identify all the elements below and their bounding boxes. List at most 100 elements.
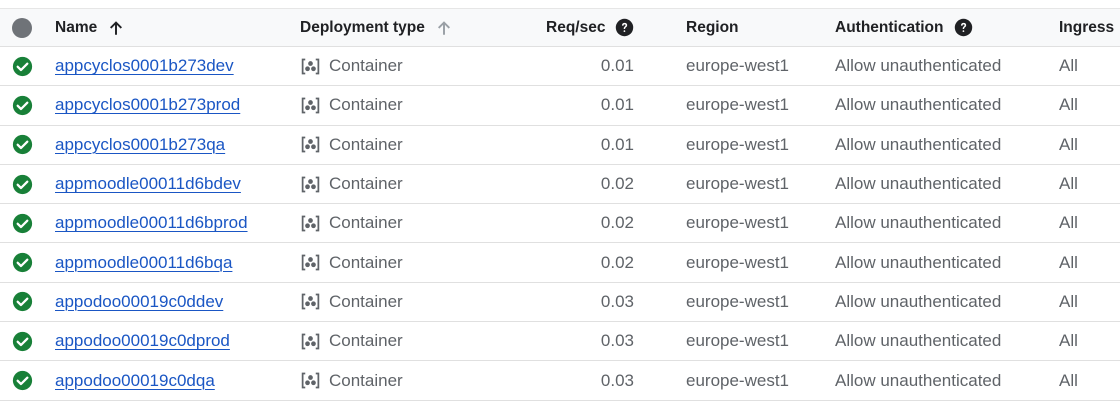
region-value: europe-west1 (686, 174, 790, 194)
check-circle-icon (12, 174, 32, 194)
req-sec-value: 0.02 (600, 174, 634, 194)
column-header-deployment-type[interactable]: Deployment type (300, 9, 453, 46)
ingress-value: All (1059, 213, 1078, 233)
sort-ascending-arrow-icon[interactable] (107, 19, 125, 37)
table-row: appodoo00019c0dprod Container 0.03 europ… (0, 322, 1120, 362)
check-circle-icon (12, 292, 32, 312)
service-name-link[interactable]: appcyclos0001b273qa (55, 135, 225, 155)
authentication-value: Allow unauthenticated (835, 134, 1002, 154)
table-row: appodoo00019c0dqa Container 0.03 europe-… (0, 361, 1120, 401)
deployment-type-cell: Container (300, 47, 403, 85)
deployment-type-cell: Container (300, 361, 403, 399)
req-sec-value: 0.01 (600, 134, 634, 154)
ingress-value: All (1059, 56, 1078, 76)
ingress-value: All (1059, 252, 1078, 272)
check-circle-icon (12, 56, 32, 76)
region-value: europe-west1 (686, 370, 790, 390)
check-circle-icon (12, 370, 32, 391)
service-name-link[interactable]: appcyclos0001b273dev (55, 56, 234, 76)
deployment-type-cell: Container (300, 204, 403, 242)
authentication-value: Allow unauthenticated (835, 331, 1002, 351)
service-name-cell: appmoodle00011d6bqa (55, 244, 232, 282)
region-value: europe-west1 (686, 56, 790, 76)
ingress-value: All (1059, 370, 1078, 390)
status-cell (10, 283, 34, 321)
authentication-value: Allow unauthenticated (835, 213, 1002, 233)
deployment-type-label: Container (329, 213, 403, 233)
column-header-name-label: Name (55, 18, 98, 36)
container-icon (301, 254, 320, 271)
deployment-type-cell: Container (300, 244, 403, 282)
table-row: appcyclos0001b273prod Container 0.01 eur… (0, 86, 1120, 126)
container-icon (301, 136, 320, 153)
service-name-link[interactable]: appmoodle00011d6bprod (55, 213, 248, 233)
deployment-type-cell: Container (300, 126, 403, 164)
service-name-link[interactable]: appcyclos0001b273prod (55, 95, 240, 115)
deployment-type-cell: Container (300, 165, 403, 203)
region-value: europe-west1 (686, 134, 790, 154)
table-row: appcyclos0001b273dev Container 0.01 euro… (0, 47, 1120, 87)
service-name-link[interactable]: appmoodle00011d6bdev (55, 174, 241, 194)
deployment-type-cell: Container (300, 283, 403, 321)
column-header-ingress[interactable]: Ingress (1059, 9, 1114, 46)
column-header-req-sec-label: Req/sec (546, 18, 606, 36)
service-name-cell: appcyclos0001b273qa (55, 126, 225, 164)
deployment-type-cell: Container (300, 86, 403, 124)
column-header-name[interactable]: Name (55, 9, 125, 46)
deployment-type-label: Container (329, 56, 403, 76)
status-cell (10, 322, 34, 360)
service-name-link[interactable]: appodoo00019c0ddev (55, 292, 223, 312)
container-icon (301, 215, 320, 232)
ingress-value: All (1059, 95, 1078, 115)
table-row: appcyclos0001b273qa Container 0.01 europ… (0, 126, 1120, 165)
check-circle-icon (12, 213, 32, 233)
req-sec-value: 0.03 (600, 291, 634, 311)
service-name-link[interactable]: appodoo00019c0dqa (55, 371, 215, 391)
help-icon[interactable] (954, 18, 973, 37)
authentication-value: Allow unauthenticated (835, 56, 1002, 76)
table-row: appodoo00019c0ddev Container 0.03 europe… (0, 283, 1120, 323)
service-name-link[interactable]: appmoodle00011d6bqa (55, 253, 232, 273)
column-header-deployment-type-label: Deployment type (300, 18, 425, 36)
service-name-cell: appmoodle00011d6bdev (55, 165, 241, 203)
service-name-link[interactable]: appodoo00019c0dprod (55, 331, 230, 351)
service-name-cell: appcyclos0001b273dev (55, 47, 234, 85)
status-dot-icon (12, 17, 32, 38)
column-header-region[interactable]: Region (686, 9, 739, 46)
authentication-value: Allow unauthenticated (835, 174, 1002, 194)
services-table: Name Deployment type Req/sec Region Auth… (0, 0, 1120, 403)
authentication-value: Allow unauthenticated (835, 370, 1002, 390)
deployment-type-label: Container (329, 134, 403, 154)
status-cell (10, 244, 34, 282)
column-header-ingress-label: Ingress (1059, 18, 1115, 36)
column-header-req-sec[interactable]: Req/sec (546, 9, 634, 46)
service-name-cell: appodoo00019c0dqa (55, 361, 215, 399)
ingress-value: All (1059, 291, 1078, 311)
authentication-value: Allow unauthenticated (835, 252, 1002, 272)
deployment-type-cell: Container (300, 322, 403, 360)
container-icon (301, 333, 320, 350)
region-value: europe-west1 (686, 331, 790, 351)
req-sec-value: 0.02 (600, 213, 634, 233)
deployment-type-label: Container (329, 291, 403, 311)
table-row: appmoodle00011d6bqa Container 0.02 europ… (0, 244, 1120, 283)
req-sec-value: 0.02 (600, 252, 634, 272)
check-circle-icon (12, 253, 32, 273)
column-header-authentication-label: Authentication (835, 18, 944, 36)
status-cell (10, 204, 34, 242)
sort-arrow-icon[interactable] (435, 19, 453, 37)
container-icon (301, 176, 320, 192)
help-icon[interactable] (615, 18, 634, 37)
req-sec-value: 0.01 (600, 56, 634, 76)
region-value: europe-west1 (686, 291, 790, 311)
deployment-type-label: Container (329, 174, 403, 194)
ingress-value: All (1059, 134, 1078, 154)
table-row: appmoodle00011d6bdev Container 0.02 euro… (0, 165, 1120, 205)
deployment-type-label: Container (329, 331, 403, 351)
status-cell (10, 47, 34, 85)
select-all-status-column (10, 9, 34, 46)
deployment-type-label: Container (329, 252, 403, 272)
req-sec-value: 0.01 (600, 95, 634, 115)
column-header-authentication[interactable]: Authentication (835, 9, 973, 46)
container-icon (301, 372, 320, 389)
